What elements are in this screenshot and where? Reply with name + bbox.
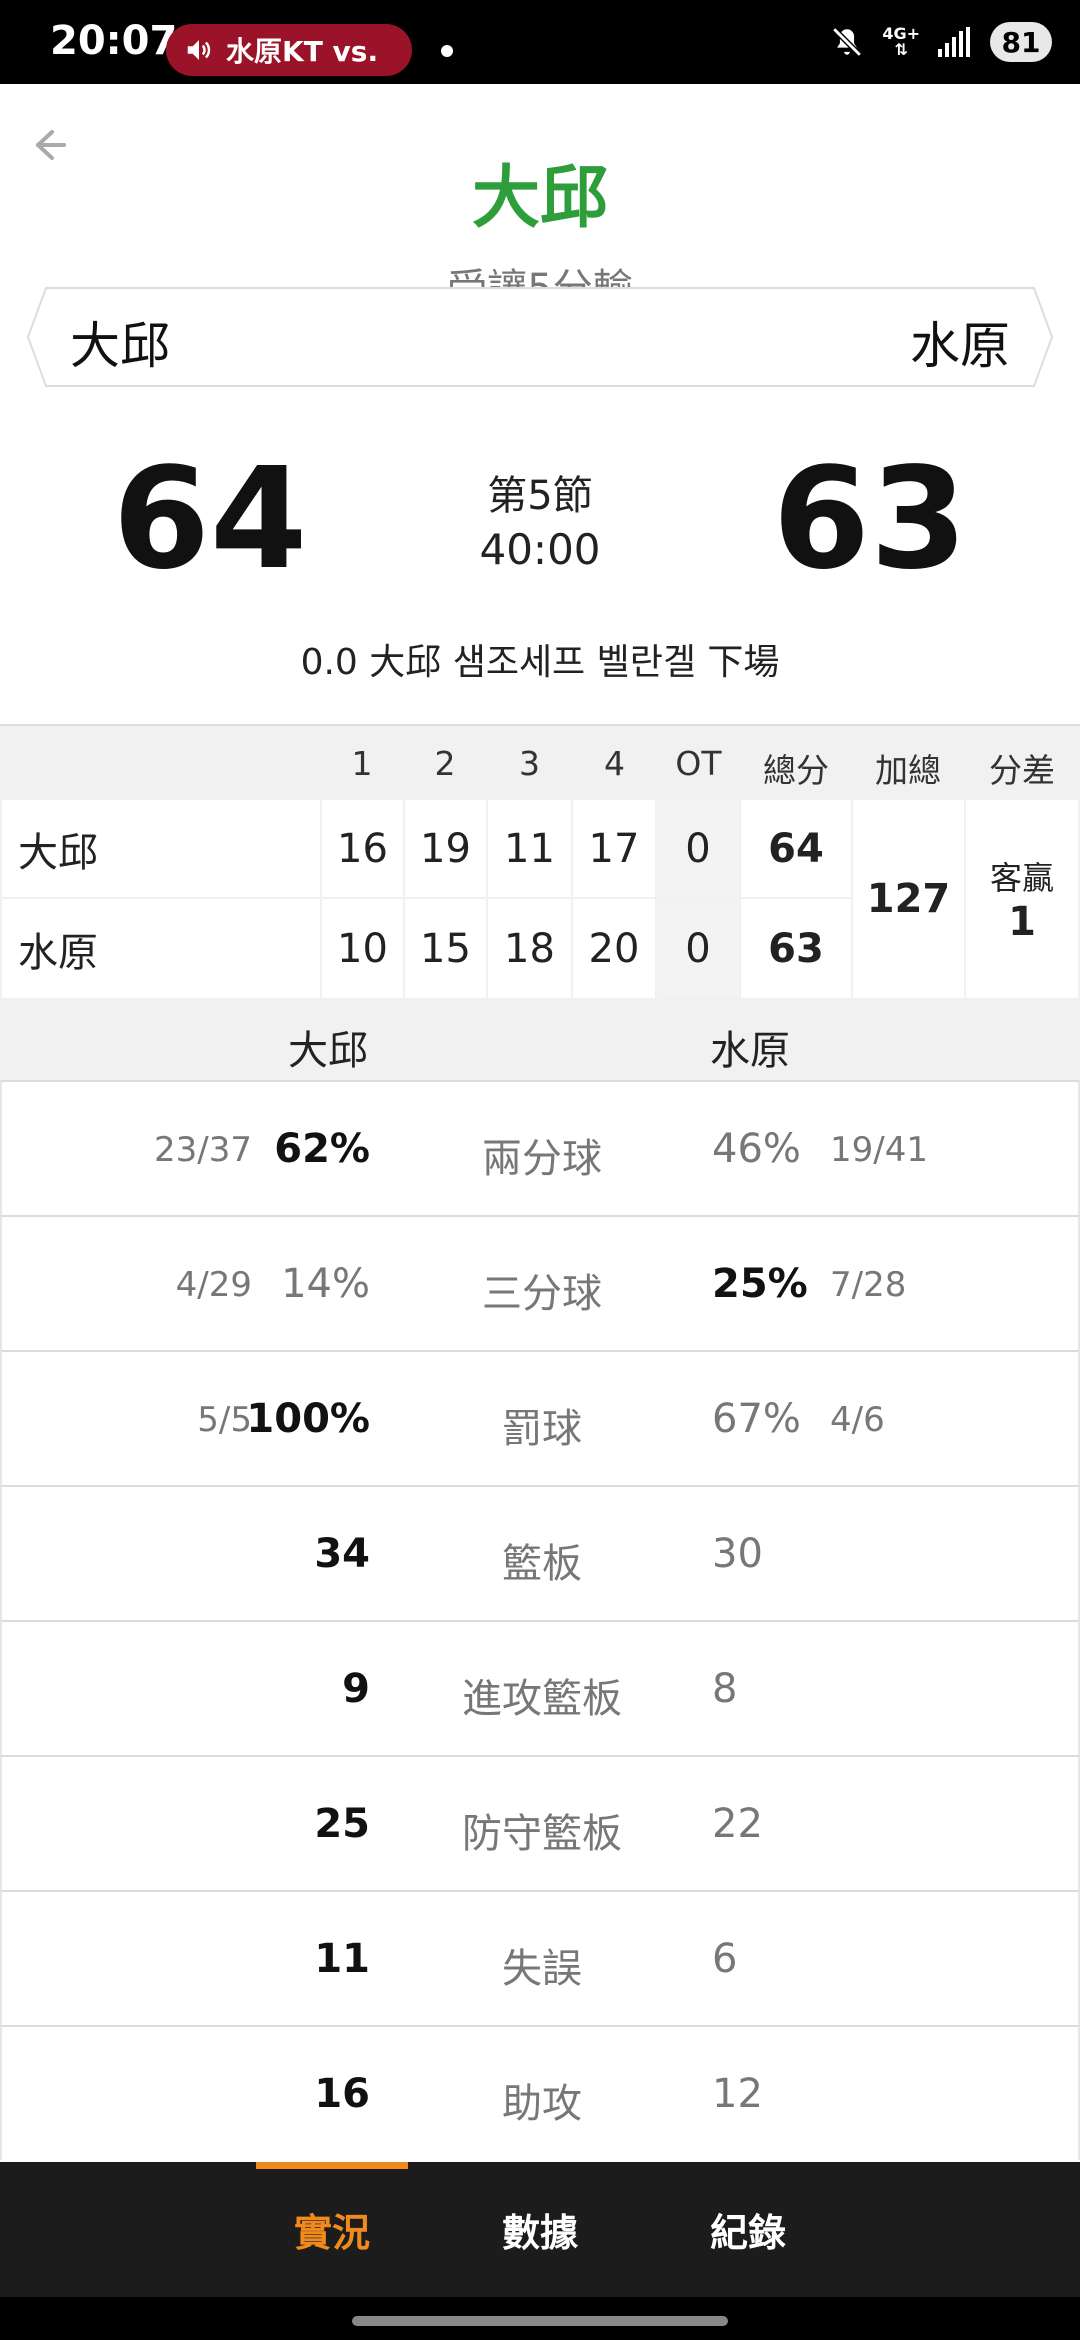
team-banner-frame bbox=[26, 287, 1054, 387]
stat-away-fraction: 19/41 bbox=[830, 1130, 928, 1170]
stat-label: 三分球 bbox=[482, 1271, 602, 1317]
stat-away-value: 46% bbox=[712, 1126, 801, 1172]
game-period: 第5節 bbox=[487, 473, 593, 519]
live-game-pill[interactable]: 水原KT vs. bbox=[166, 24, 412, 76]
stat-home-value: 11 bbox=[314, 1936, 370, 1982]
row-q2: 15 bbox=[405, 899, 486, 998]
row-q2: 19 bbox=[405, 800, 486, 897]
row-q4: 20 bbox=[573, 899, 655, 998]
stat-home-value: 14% bbox=[281, 1261, 370, 1307]
stat-label: 罰球 bbox=[502, 1406, 582, 1452]
stat-away-value: 67% bbox=[712, 1396, 801, 1442]
row-q3: 11 bbox=[488, 800, 571, 897]
row-ot: 0 bbox=[657, 899, 739, 998]
combined-total: 127 bbox=[853, 800, 964, 998]
away-team-name: 水原 bbox=[910, 317, 1010, 375]
stats-away-team: 水原 bbox=[710, 1028, 790, 1074]
tab-data[interactable]: 數據 bbox=[440, 2202, 640, 2257]
speaker-icon bbox=[187, 40, 211, 60]
game-clock: 40:00 bbox=[479, 525, 601, 574]
data-arrows-icon: ⇅ bbox=[894, 40, 908, 59]
header-total: 總分 bbox=[763, 751, 829, 790]
signal-icon bbox=[938, 27, 970, 57]
stat-label: 防守籃板 bbox=[462, 1811, 622, 1857]
stat-row-rebounds: 34 籃板 30 bbox=[0, 1485, 1080, 1620]
stat-row-turnovers: 11 失誤 6 bbox=[0, 1890, 1080, 2025]
mute-icon bbox=[832, 27, 863, 57]
stat-away-value: 30 bbox=[712, 1531, 763, 1577]
header-q3: 3 bbox=[519, 744, 540, 783]
tab-records[interactable]: 紀錄 bbox=[648, 2202, 848, 2257]
stat-away-fraction: 7/28 bbox=[830, 1265, 907, 1305]
stat-home-fraction: 23/37 bbox=[154, 1130, 252, 1170]
stat-home-value: 62% bbox=[274, 1126, 370, 1172]
header-sum: 加總 bbox=[875, 751, 941, 790]
bottom-navigation: 實況 數據 紀錄 bbox=[0, 2162, 1080, 2297]
quarter-table-body: 大邱 16 19 11 17 0 64 水原 10 15 18 20 0 63 … bbox=[0, 798, 1080, 1000]
stat-home-value: 16 bbox=[314, 2071, 370, 2117]
stat-row-assists: 16 助攻 12 bbox=[0, 2025, 1080, 2160]
leading-team-title: 大邱 bbox=[471, 159, 608, 238]
row-team-name: 水原 bbox=[2, 899, 320, 998]
status-bar: 20:07 水原KT vs. 4G+ ⇅ 81 bbox=[0, 0, 1080, 84]
stat-away-value: 25% bbox=[712, 1261, 808, 1307]
point-difference: 客贏 1 bbox=[966, 800, 1078, 998]
stat-label: 失誤 bbox=[502, 1946, 582, 1992]
stat-home-fraction: 4/29 bbox=[175, 1265, 252, 1305]
stat-home-value: 100% bbox=[246, 1396, 370, 1442]
stat-row-free-throws: 5/5 100% 罰球 67% 4/6 bbox=[0, 1350, 1080, 1485]
difference-value: 1 bbox=[1008, 899, 1036, 945]
latest-event: 0.0 大邱 샘조세프 벨란겔 下場 bbox=[300, 642, 780, 683]
stat-row-three-pointers: 4/29 14% 三分球 25% 7/28 bbox=[0, 1215, 1080, 1350]
stat-label: 進攻籃板 bbox=[462, 1676, 622, 1722]
stat-label: 助攻 bbox=[502, 2081, 582, 2127]
stats-table: 23/37 62% 兩分球 46% 19/41 4/29 14% 三分球 25%… bbox=[0, 1080, 1080, 2160]
stat-row-two-pointers: 23/37 62% 兩分球 46% 19/41 bbox=[0, 1080, 1080, 1215]
stat-row-defensive-rebounds: 25 防守籃板 22 bbox=[0, 1755, 1080, 1890]
header-q1: 1 bbox=[351, 744, 373, 783]
row-q3: 18 bbox=[488, 899, 571, 998]
away-score: 63 bbox=[772, 438, 968, 601]
row-ot: 0 bbox=[657, 800, 739, 897]
stat-away-fraction: 4/6 bbox=[830, 1400, 885, 1440]
stat-away-value: 6 bbox=[712, 1936, 738, 1982]
row-team-name: 大邱 bbox=[2, 800, 320, 897]
row-q1: 10 bbox=[322, 899, 403, 998]
header-diff: 分差 bbox=[989, 751, 1055, 790]
quarter-table-header: 1 2 3 4 OT 總分 加總 分差 bbox=[0, 724, 1080, 798]
stat-home-value: 9 bbox=[342, 1666, 370, 1712]
home-score: 64 bbox=[112, 438, 308, 601]
row-q1: 16 bbox=[322, 800, 403, 897]
team-banner: 大邱 水原 bbox=[26, 284, 1054, 390]
home-team-name: 大邱 bbox=[70, 317, 170, 375]
stat-away-value: 8 bbox=[712, 1666, 738, 1712]
header-ot: OT bbox=[675, 744, 722, 783]
status-time: 20:07 bbox=[50, 18, 178, 64]
battery-indicator: 81 bbox=[990, 22, 1052, 62]
stat-label: 籃板 bbox=[502, 1541, 582, 1587]
row-q4: 17 bbox=[573, 800, 655, 897]
home-gesture-handle[interactable] bbox=[352, 2316, 728, 2326]
header-q2: 2 bbox=[434, 744, 456, 783]
active-tab-indicator bbox=[256, 2162, 408, 2169]
stat-label: 兩分球 bbox=[482, 1136, 602, 1182]
stat-home-fraction: 5/5 bbox=[197, 1400, 252, 1440]
row-total: 63 bbox=[741, 899, 851, 998]
stat-away-value: 22 bbox=[712, 1801, 763, 1847]
stat-row-offensive-rebounds: 9 進攻籃板 8 bbox=[0, 1620, 1080, 1755]
live-pill-text: 水原KT vs. bbox=[226, 35, 379, 68]
stat-away-value: 12 bbox=[712, 2071, 763, 2117]
row-total: 64 bbox=[741, 800, 851, 897]
notification-dot-icon bbox=[441, 45, 453, 57]
stat-home-value: 25 bbox=[314, 1801, 370, 1847]
tab-live[interactable]: 實況 bbox=[232, 2202, 432, 2257]
quarter-score-table: 1 2 3 4 OT 總分 加總 分差 大邱 16 19 11 17 0 64 … bbox=[0, 724, 1080, 1000]
stats-home-team: 大邱 bbox=[288, 1028, 368, 1074]
network-indicator: 4G+ ⇅ bbox=[882, 26, 920, 58]
stats-team-header: 大邱 水原 bbox=[0, 1000, 1080, 1080]
difference-label: 客贏 bbox=[989, 859, 1054, 897]
header-q4: 4 bbox=[604, 744, 625, 783]
stat-home-value: 34 bbox=[314, 1531, 370, 1577]
